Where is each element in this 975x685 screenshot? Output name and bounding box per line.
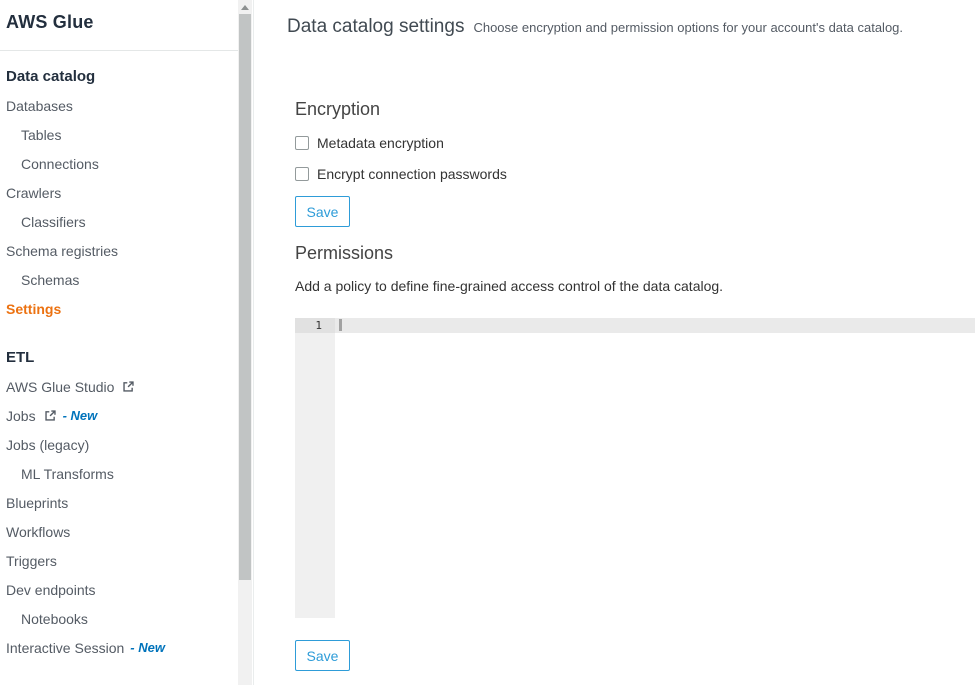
page-title: Data catalog settings: [287, 16, 464, 38]
metadata-encryption-option[interactable]: Metadata encryption: [295, 135, 444, 151]
editor-content[interactable]: [335, 318, 975, 618]
encrypt-connection-passwords-checkbox[interactable]: [295, 167, 309, 181]
sidebar-item-notebooks[interactable]: Notebooks: [0, 604, 253, 633]
encrypt-connection-passwords-option[interactable]: Encrypt connection passwords: [295, 166, 507, 182]
sidebar-item-databases[interactable]: Databases: [0, 91, 253, 120]
scrollbar-thumb[interactable]: [239, 14, 251, 580]
sidebar-item-dev-endpoints[interactable]: Dev endpoints: [0, 575, 253, 604]
sidebar-scrollbar[interactable]: [238, 0, 252, 685]
sidebar-item-triggers[interactable]: Triggers: [0, 546, 253, 575]
sidebar: AWS Glue Data catalog Databases Tables C…: [0, 0, 254, 685]
policy-editor[interactable]: 1: [295, 318, 975, 618]
sidebar-item-crawlers[interactable]: Crawlers: [0, 178, 253, 207]
checkbox-label: Encrypt connection passwords: [317, 166, 507, 182]
permissions-save-button[interactable]: Save: [295, 640, 350, 671]
sidebar-item-blueprints[interactable]: Blueprints: [0, 488, 253, 517]
sidebar-item-classifiers[interactable]: Classifiers: [0, 207, 253, 236]
editor-gutter: 1: [295, 318, 335, 618]
encryption-heading: Encryption: [295, 99, 380, 120]
external-link-icon: [44, 409, 57, 422]
nav-heading-data-catalog: Data catalog: [0, 62, 253, 91]
new-badge: - New: [130, 640, 165, 655]
main-content: Data catalog settings Choose encryption …: [255, 0, 975, 685]
encryption-save-button[interactable]: Save: [295, 196, 350, 227]
sidebar-item-tables[interactable]: Tables: [0, 120, 253, 149]
page-subtitle: Choose encryption and permission options…: [473, 20, 903, 35]
sidebar-item-jobs[interactable]: Jobs - New: [0, 401, 253, 430]
metadata-encryption-checkbox[interactable]: [295, 136, 309, 150]
scroll-up-arrow-icon[interactable]: [238, 0, 252, 14]
permissions-description: Add a policy to define fine-grained acce…: [295, 278, 723, 294]
sidebar-item-connections[interactable]: Connections: [0, 149, 253, 178]
editor-active-line[interactable]: [335, 318, 975, 333]
page-header: Data catalog settings Choose encryption …: [287, 16, 903, 38]
app-title: AWS Glue: [0, 0, 253, 34]
sidebar-item-aws-glue-studio[interactable]: AWS Glue Studio: [0, 372, 253, 401]
sidebar-item-interactive-session[interactable]: Interactive Session - New: [0, 633, 253, 662]
nav-section-etl: ETL AWS Glue Studio Jobs - New Jobs (leg…: [0, 323, 253, 662]
external-link-icon: [122, 380, 135, 393]
nav-heading-etl: ETL: [0, 343, 253, 372]
sidebar-item-ml-transforms[interactable]: ML Transforms: [0, 459, 253, 488]
new-badge: - New: [63, 408, 98, 423]
permissions-heading: Permissions: [295, 243, 393, 264]
sidebar-item-settings[interactable]: Settings: [0, 294, 253, 323]
editor-line-number: 1: [295, 318, 335, 333]
checkbox-label: Metadata encryption: [317, 135, 444, 151]
sidebar-item-schema-registries[interactable]: Schema registries: [0, 236, 253, 265]
nav-section-data-catalog: Data catalog Databases Tables Connection…: [0, 51, 253, 323]
sidebar-item-jobs-legacy[interactable]: Jobs (legacy): [0, 430, 253, 459]
sidebar-item-schemas[interactable]: Schemas: [0, 265, 253, 294]
editor-cursor: [339, 319, 342, 331]
sidebar-item-workflows[interactable]: Workflows: [0, 517, 253, 546]
